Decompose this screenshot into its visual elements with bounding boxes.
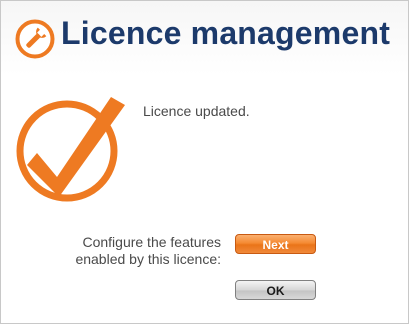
ok-button[interactable]: OK xyxy=(235,280,316,300)
configure-label-line1: Configure the features xyxy=(82,234,221,250)
checkmark-icon xyxy=(16,97,125,202)
configure-label-line2: enabled by this licence: xyxy=(75,251,221,267)
configure-label: Configure the features enabled by this l… xyxy=(41,234,221,268)
page-title: Licence management xyxy=(61,15,391,51)
dialog-header: Licence management xyxy=(1,1,408,75)
next-button[interactable]: Next xyxy=(235,234,316,254)
wrench-icon xyxy=(15,19,55,59)
licence-dialog: Licence management Licence updated. Conf… xyxy=(0,0,409,324)
status-message: Licence updated. xyxy=(143,103,250,119)
